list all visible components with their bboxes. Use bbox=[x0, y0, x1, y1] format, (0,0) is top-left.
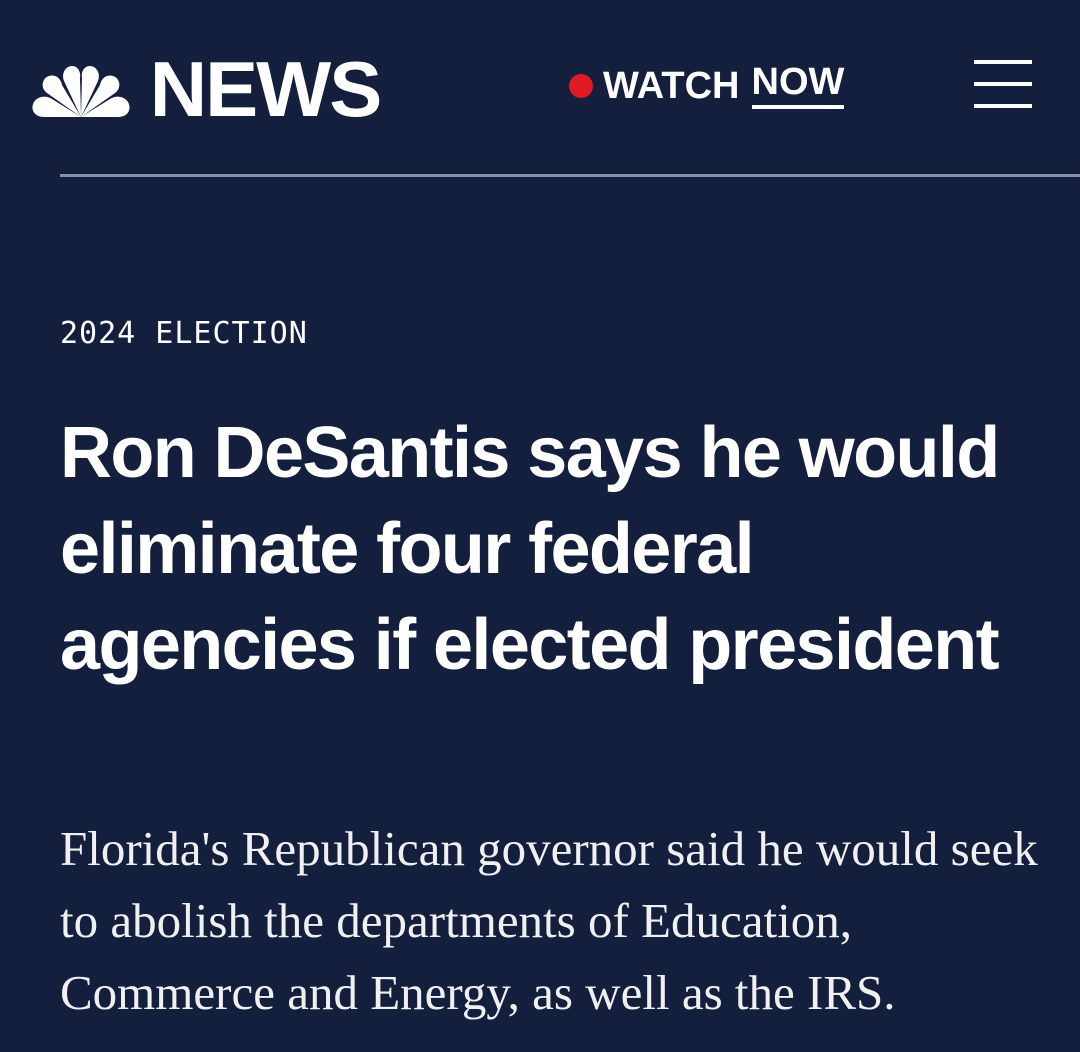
menu-bar bbox=[974, 82, 1032, 86]
section-label[interactable]: 2024 ELECTION bbox=[60, 316, 308, 351]
menu-bar bbox=[974, 60, 1032, 64]
site-header: NEWS WATCH NOW bbox=[0, 0, 1080, 176]
now-label: NOW bbox=[751, 63, 845, 109]
article-dek: Florida's Republican governor said he wo… bbox=[60, 821, 1038, 1020]
header-divider bbox=[60, 174, 1080, 177]
article-headline: Ron DeSantis says he would eliminate fou… bbox=[60, 413, 1000, 685]
menu-bar bbox=[974, 104, 1032, 108]
live-dot-icon bbox=[569, 74, 593, 98]
nbc-news-logo[interactable]: NEWS bbox=[30, 44, 383, 134]
watch-label: WATCH bbox=[603, 65, 740, 107]
nbc-peacock-icon bbox=[32, 66, 130, 117]
logo-wordmark: NEWS bbox=[149, 45, 383, 133]
hamburger-menu-icon[interactable] bbox=[974, 60, 1034, 110]
watch-now-link[interactable]: WATCH NOW bbox=[569, 60, 845, 112]
